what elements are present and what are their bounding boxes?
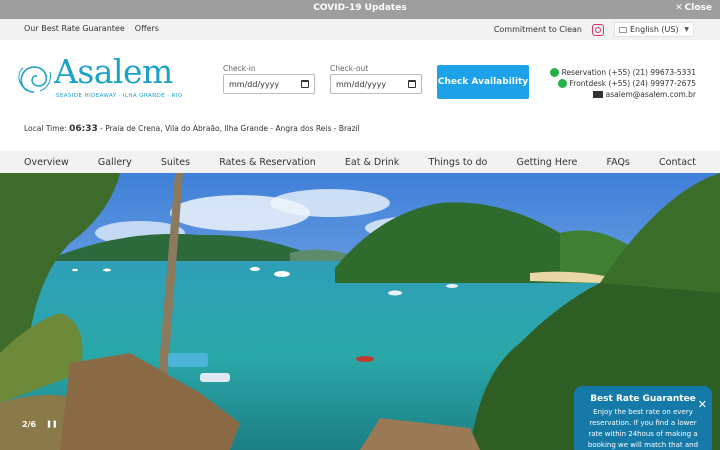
close-icon: ✕ xyxy=(675,3,683,13)
nav-suites[interactable]: Suites xyxy=(161,157,190,168)
frontdesk-phone-text: Frontdesk (+55) (24) 99977-2675 xyxy=(569,79,696,88)
reservation-phone[interactable]: Reservation (+55) (21) 99673-5331 xyxy=(549,68,696,77)
nav-eat-drink[interactable]: Eat & Drink xyxy=(345,157,399,168)
instagram-icon[interactable] xyxy=(592,23,604,36)
slide-counter-text: 2/6 xyxy=(22,420,37,429)
whatsapp-icon xyxy=(549,68,559,77)
email-text: asalem@asalem.com.br xyxy=(605,90,696,99)
whatsapp-icon xyxy=(557,79,567,88)
checkin-value: mm/dd/yyyy xyxy=(229,79,280,89)
checkin-field[interactable]: mm/dd/yyyy xyxy=(223,74,315,94)
nav-things-to-do[interactable]: Things to do xyxy=(428,157,487,168)
covid-banner: COVID-19 Updates ✕ Close xyxy=(0,0,720,19)
checkout-value: mm/dd/yyyy xyxy=(336,79,387,89)
main-nav: Overview Gallery Suites Rates & Reservat… xyxy=(0,151,720,173)
close-icon[interactable]: ✕ xyxy=(698,398,707,411)
local-time-location: - Praia de Crena, Vila do Abraão, Ilha G… xyxy=(100,124,360,133)
nav-overview[interactable]: Overview xyxy=(24,157,69,168)
nav-gallery[interactable]: Gallery xyxy=(98,157,132,168)
logo-swirl-icon xyxy=(18,66,51,93)
frontdesk-phone[interactable]: Frontdesk (+55) (24) 99977-2675 xyxy=(557,79,696,88)
checkin-label: Check-in xyxy=(223,64,256,73)
language-label: English (US) xyxy=(630,25,679,34)
pause-icon[interactable]: ❚❚ xyxy=(46,420,58,429)
nav-contact[interactable]: Contact xyxy=(659,157,696,168)
best-rate-link[interactable]: Our Best Rate Guarantee xyxy=(24,24,125,33)
local-time-value: 06:33 xyxy=(69,124,98,134)
calendar-icon[interactable] xyxy=(408,80,416,88)
language-select[interactable]: English (US) ▼ xyxy=(614,22,694,37)
best-rate-title: Best Rate Guarantee xyxy=(590,394,696,404)
nav-faqs[interactable]: FAQs xyxy=(607,157,630,168)
mail-icon xyxy=(592,91,603,98)
nav-rates-reservation[interactable]: Rates & Reservation xyxy=(219,157,316,168)
flag-icon xyxy=(619,26,627,33)
slide-counter: 2/6 ❚❚ xyxy=(22,420,58,429)
logo[interactable]: Asalem SEASIDE HIDEAWAY · ILHA GRANDE · … xyxy=(14,52,183,104)
best-rate-text: Enjoy the best rate on every reservation… xyxy=(587,408,699,449)
covid-updates-link[interactable]: COVID-19 Updates xyxy=(0,3,720,13)
chevron-down-icon: ▼ xyxy=(684,26,689,33)
calendar-icon[interactable] xyxy=(301,80,309,88)
logo-tagline: SEASIDE HIDEAWAY · ILHA GRANDE · RIO xyxy=(56,93,183,99)
check-availability-button[interactable]: Check Availability xyxy=(437,65,529,99)
logo-wordmark: Asalem xyxy=(54,52,173,91)
offers-link[interactable]: Offers xyxy=(135,24,159,33)
reservation-phone-text: Reservation (+55) (21) 99673-5331 xyxy=(561,68,696,77)
covid-close-label: Close xyxy=(684,3,712,13)
local-time-label: Local Time: xyxy=(24,124,67,133)
email-link[interactable]: asalem@asalem.com.br xyxy=(592,90,696,99)
local-time: Local Time: 06:33 - Praia de Crena, Vila… xyxy=(24,124,360,134)
checkout-field[interactable]: mm/dd/yyyy xyxy=(330,74,422,94)
utility-bar: Our Best Rate Guarantee Offers Commitmen… xyxy=(0,19,720,40)
commitment-link[interactable]: Commitment to Clean xyxy=(494,25,582,34)
nav-getting-here[interactable]: Getting Here xyxy=(516,157,577,168)
covid-close-button[interactable]: ✕ Close xyxy=(675,3,712,13)
checkout-label: Check-out xyxy=(330,64,369,73)
best-rate-popup: ✕ Best Rate Guarantee Enjoy the best rat… xyxy=(574,386,712,450)
